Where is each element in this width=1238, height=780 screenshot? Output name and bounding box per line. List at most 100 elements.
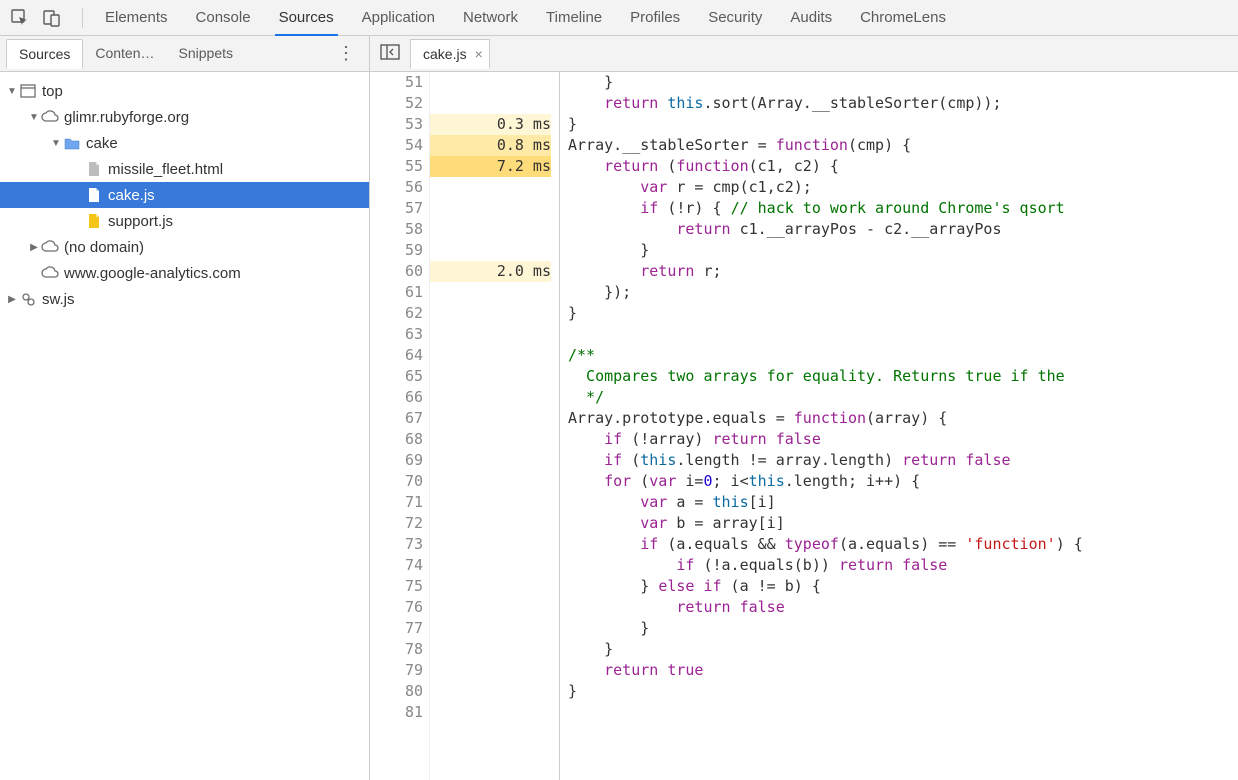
tree-item--no-domain-[interactable]: ▶ (no domain)	[0, 234, 369, 260]
code-line[interactable]: return r;	[568, 261, 1238, 282]
tree-item-top[interactable]: ▼ top	[0, 78, 369, 104]
file-tab-label: cake.js	[423, 46, 467, 62]
code-line[interactable]: if (a.equals && typeof(a.equals) == 'fun…	[568, 534, 1238, 555]
expand-arrow-icon[interactable]: ▶	[28, 242, 40, 253]
tab-application[interactable]: Application	[350, 0, 447, 35]
tab-chromelens[interactable]: ChromeLens	[848, 0, 958, 35]
code-line[interactable]: */	[568, 387, 1238, 408]
cloud-icon	[40, 266, 60, 280]
gears-icon	[18, 291, 38, 307]
code-line[interactable]: });	[568, 282, 1238, 303]
code-content[interactable]: } return this.sort(Array.__stableSorter(…	[560, 72, 1238, 780]
code-line[interactable]: }	[568, 72, 1238, 93]
line-gutter: 5152535455565758596061626364656667686970…	[370, 72, 430, 780]
tree-item-label: (no domain)	[64, 239, 144, 256]
tree-item-label: missile_fleet.html	[108, 161, 223, 178]
inspect-icon[interactable]	[8, 6, 32, 30]
tree-item-cake-js[interactable]: cake.js	[0, 182, 369, 208]
code-line[interactable]: }	[568, 114, 1238, 135]
file-js-icon	[84, 187, 104, 203]
expand-arrow-icon[interactable]: ▼	[28, 112, 40, 123]
code-line[interactable]: if (!array) return false	[568, 429, 1238, 450]
tree-item-label: support.js	[108, 213, 173, 230]
expand-arrow-icon[interactable]: ▼	[6, 86, 18, 97]
folder-icon	[62, 136, 82, 150]
device-mode-icon[interactable]	[40, 6, 64, 30]
file-icon	[84, 161, 104, 177]
code-line[interactable]: return true	[568, 660, 1238, 681]
tree-item-label: cake	[86, 135, 118, 152]
tree-item-support-js[interactable]: support.js	[0, 208, 369, 234]
toggle-navigator-icon[interactable]	[376, 42, 404, 65]
timing-annotation: 2.0 ms	[430, 261, 551, 282]
editor-tabs: cake.js ×	[370, 36, 1238, 72]
code-line[interactable]: }	[568, 639, 1238, 660]
file-snippet-icon	[84, 213, 104, 229]
sidebar-tabs: SourcesConten…Snippets ⋮	[0, 36, 369, 72]
tab-security[interactable]: Security	[696, 0, 774, 35]
tree-item-label: top	[42, 83, 63, 100]
tab-profiles[interactable]: Profiles	[618, 0, 692, 35]
code-line[interactable]: }	[568, 240, 1238, 261]
tab-sources[interactable]: Sources	[267, 0, 346, 35]
tab-console[interactable]: Console	[184, 0, 263, 35]
code-line[interactable]: }	[568, 681, 1238, 702]
tree-item-sw-js[interactable]: ▶ sw.js	[0, 286, 369, 312]
tab-audits[interactable]: Audits	[778, 0, 844, 35]
sidebar-tab-snippets[interactable]: Snippets	[167, 39, 245, 68]
workspace: SourcesConten…Snippets ⋮ ▼ top ▼ glimr.ruby…	[0, 36, 1238, 780]
file-tab-cake-js[interactable]: cake.js ×	[410, 39, 490, 69]
sources-sidebar: SourcesConten…Snippets ⋮ ▼ top ▼ glimr.ruby…	[0, 36, 370, 780]
tree-item-label: sw.js	[42, 291, 75, 308]
toolbar-divider	[82, 8, 83, 28]
code-line[interactable]: var r = cmp(c1,c2);	[568, 177, 1238, 198]
cloud-icon	[40, 240, 60, 254]
code-line[interactable]: for (var i=0; i<this.length; i++) {	[568, 471, 1238, 492]
close-icon[interactable]: ×	[475, 46, 483, 62]
code-line[interactable]: Array.__stableSorter = function(cmp) {	[568, 135, 1238, 156]
code-line[interactable]: } else if (a != b) {	[568, 576, 1238, 597]
expand-arrow-icon[interactable]: ▶	[6, 294, 18, 305]
code-line[interactable]: var a = this[i]	[568, 492, 1238, 513]
timing-annotation: 0.8 ms	[430, 135, 551, 156]
tree-item-cake[interactable]: ▼ cake	[0, 130, 369, 156]
code-line[interactable]: if (!r) { // hack to work around Chrome'…	[568, 198, 1238, 219]
editor-area: cake.js × 515253545556575859606162636465…	[370, 36, 1238, 780]
code-line[interactable]	[568, 702, 1238, 723]
tree-item-missile-fleet-html[interactable]: missile_fleet.html	[0, 156, 369, 182]
code-line[interactable]: return false	[568, 597, 1238, 618]
file-tree[interactable]: ▼ top ▼ glimr.rubyforge.org ▼ cake missile_fle…	[0, 72, 369, 780]
code-line[interactable]: var b = array[i]	[568, 513, 1238, 534]
window-icon	[18, 84, 38, 98]
code-line[interactable]: }	[568, 618, 1238, 639]
expand-arrow-icon[interactable]: ▼	[50, 138, 62, 149]
code-line[interactable]: /**	[568, 345, 1238, 366]
code-line[interactable]: if (this.length != array.length) return …	[568, 450, 1238, 471]
code-line[interactable]: return (function(c1, c2) {	[568, 156, 1238, 177]
cloud-icon	[40, 110, 60, 124]
devtools-toolbar: ElementsConsoleSourcesApplicationNetwork…	[0, 0, 1238, 36]
tree-item-label: cake.js	[108, 187, 155, 204]
sidebar-overflow-menu[interactable]: ⋮	[327, 43, 363, 64]
tab-network[interactable]: Network	[451, 0, 530, 35]
timing-column: 0.3 ms0.8 ms7.2 ms 2.0 ms	[430, 72, 560, 780]
timing-annotation: 7.2 ms	[430, 156, 551, 177]
sidebar-tab-conten[interactable]: Conten…	[83, 39, 166, 68]
tab-elements[interactable]: Elements	[93, 0, 180, 35]
code-line[interactable]	[568, 324, 1238, 345]
code-line[interactable]: Compares two arrays for equality. Return…	[568, 366, 1238, 387]
code-editor[interactable]: 5152535455565758596061626364656667686970…	[370, 72, 1238, 780]
tree-item-www-google-analytics-com[interactable]: www.google-analytics.com	[0, 260, 369, 286]
code-line[interactable]: return c1.__arrayPos - c2.__arrayPos	[568, 219, 1238, 240]
tree-item-label: www.google-analytics.com	[64, 265, 241, 282]
code-line[interactable]: if (!a.equals(b)) return false	[568, 555, 1238, 576]
code-line[interactable]: Array.prototype.equals = function(array)…	[568, 408, 1238, 429]
tab-timeline[interactable]: Timeline	[534, 0, 614, 35]
tree-item-glimr-rubyforge-org[interactable]: ▼ glimr.rubyforge.org	[0, 104, 369, 130]
code-line[interactable]: }	[568, 303, 1238, 324]
main-tabs: ElementsConsoleSourcesApplicationNetwork…	[93, 0, 958, 35]
code-line[interactable]: return this.sort(Array.__stableSorter(cm…	[568, 93, 1238, 114]
sidebar-tab-sources[interactable]: Sources	[6, 39, 83, 69]
tree-item-label: glimr.rubyforge.org	[64, 109, 189, 126]
timing-annotation: 0.3 ms	[430, 114, 551, 135]
